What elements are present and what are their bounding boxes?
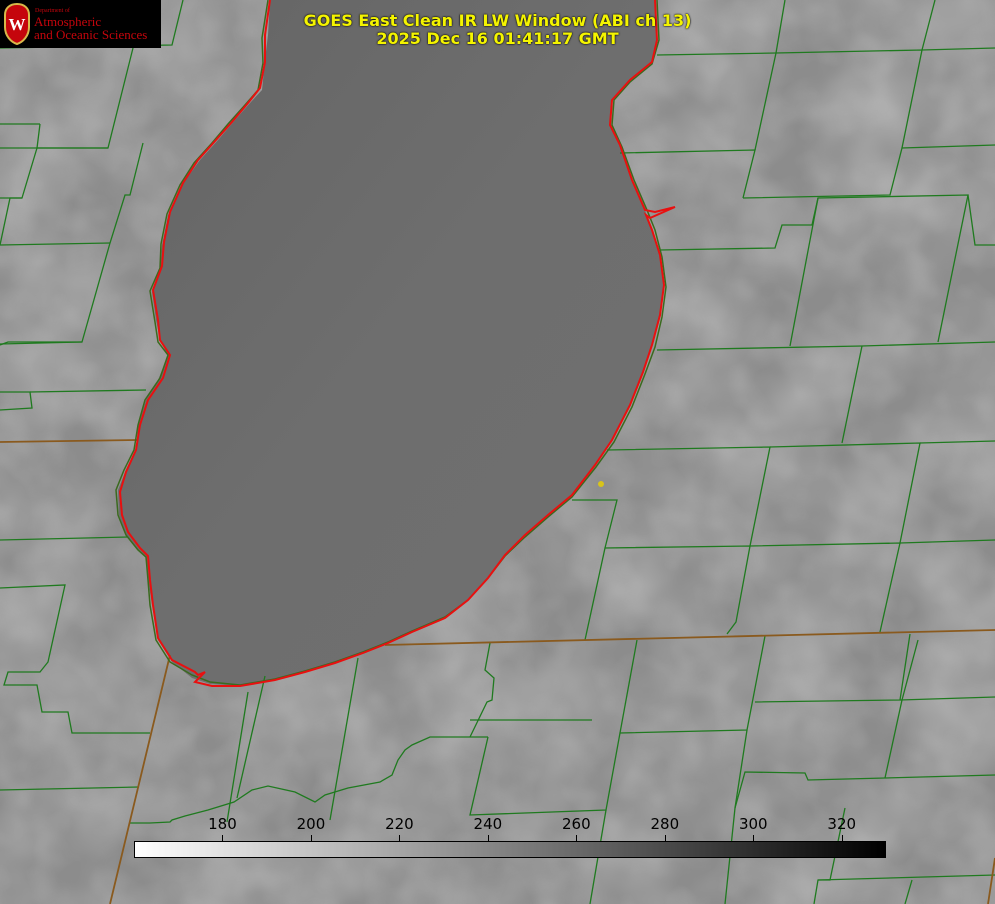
seal-letter: W [9,15,26,34]
uw-crest-icon: W [4,3,30,45]
colorbar-tick-label: 260 [562,815,591,833]
colorbar-tick [487,835,489,841]
colorbar-tick [753,835,755,841]
colorbar-tick-label: 240 [473,815,503,833]
colorbar-tick-label: 280 [650,815,680,833]
uw-aos-logo: W Department of Atmospheric and Oceanic … [0,0,161,48]
location-marker [598,481,604,487]
colorbar-tick [310,835,312,841]
colorbar-tick-label: 220 [385,815,414,833]
colorbar-tick [222,835,224,841]
colorbar-tick-label: 180 [208,815,237,833]
colorbar-tick [664,835,666,841]
colorbar-tick-label: 300 [738,815,768,833]
colorbar-tick [841,835,843,841]
image-timestamp: 2025 Dec 16 01:41:17 GMT [376,29,619,48]
colorbar-gradient [134,841,886,858]
colorbar-tick-label: 200 [296,815,326,833]
colorbar-tick-label: 320 [827,815,857,833]
colorbar-tick [576,835,578,841]
satellite-map [0,0,995,904]
logo-line2: and Oceanic Sciences [34,27,148,42]
colorbar-tick [399,835,401,841]
image-title: GOES East Clean IR LW Window (ABI ch 13) [303,11,692,30]
